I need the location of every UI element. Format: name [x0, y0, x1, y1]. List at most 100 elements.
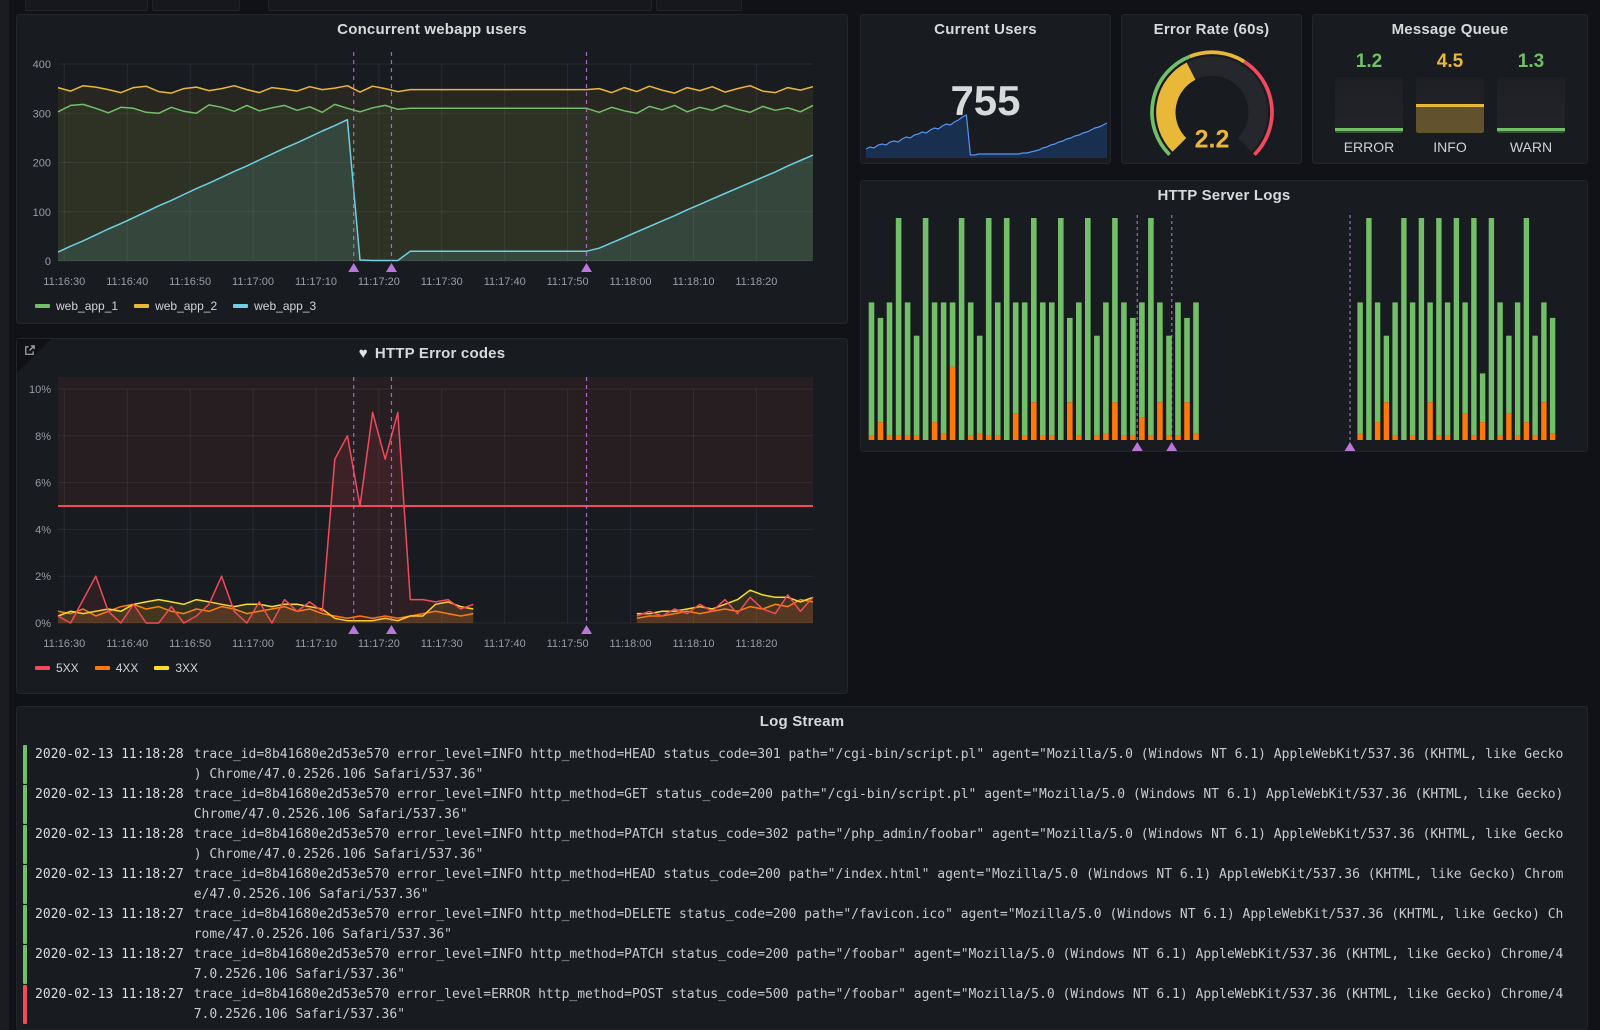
log-error-bar [941, 433, 947, 440]
y-axis-tick-label: 0% [35, 618, 51, 630]
log-error-bar [977, 433, 983, 440]
log-count-bar [1157, 302, 1163, 402]
x-axis-tick-label: 11:16:40 [106, 276, 148, 288]
legend-label: web_app_2 [155, 299, 217, 313]
y-axis-tick-label: 4% [35, 524, 51, 536]
log-message-line2: rome/47.0.2526.106 Safari/537.36" [194, 925, 1564, 945]
annotation-marker[interactable] [348, 263, 359, 272]
viewport-left-edge [0, 0, 9, 1030]
queue-bar-warn: 1.3WARN [1497, 51, 1565, 155]
log-count-bar [905, 302, 911, 435]
panel-error-rate: Error Rate (60s) 2.2 [1121, 14, 1302, 164]
log-row[interactable]: 2020-02-13 11:18:27trace_id=8b41680e2d53… [23, 865, 1579, 904]
log-count-bar [1067, 318, 1073, 402]
log-error-bar [1175, 436, 1181, 440]
log-count-bar [1130, 318, 1136, 436]
legend-item-5XX[interactable]: 5XX [35, 661, 79, 675]
x-axis-tick-label: 11:17:30 [421, 276, 463, 288]
log-count-bar [1013, 302, 1019, 413]
threshold-region [58, 377, 813, 506]
log-error-bar [995, 436, 1001, 440]
panel-concurrent-webapp-users: Concurrent webapp users 11:16:3011:16:40… [16, 14, 848, 324]
log-message-line2: 7.0.2526.106 Safari/537.36" [194, 1005, 1564, 1025]
annotation-marker[interactable] [581, 625, 592, 634]
log-count-bar [1541, 302, 1546, 402]
log-error-bar [1184, 402, 1190, 440]
panel-title-message-queue[interactable]: Message Queue [1313, 15, 1587, 43]
log-count-bar [1427, 302, 1432, 402]
log-count-bar [1184, 318, 1190, 402]
external-link-icon[interactable] [23, 344, 36, 357]
error-rate-value: 2.2 [1194, 125, 1229, 153]
log-message: trace_id=8b41680e2d53e570 error_level=IN… [194, 825, 1564, 864]
legend-item-web_app_1[interactable]: web_app_1 [35, 299, 118, 313]
x-axis-tick-label: 11:16:40 [106, 638, 148, 650]
legend-item-web_app_2[interactable]: web_app_2 [134, 299, 217, 313]
log-error-bar [1148, 436, 1154, 440]
log-error-bar [1022, 436, 1028, 440]
concurrent-users-chart[interactable]: 11:16:3011:16:4011:16:5011:17:0011:17:10… [25, 43, 841, 295]
legend-item-web_app_3[interactable]: web_app_3 [233, 299, 316, 313]
log-message-line1: trace_id=8b41680e2d53e570 error_level=IN… [194, 945, 1564, 965]
heart-icon: ♥ [359, 345, 368, 362]
panel-title-http-server-logs[interactable]: HTTP Server Logs [861, 181, 1587, 209]
log-level-indicator [23, 945, 27, 984]
log-error-bar [878, 422, 884, 440]
y-axis-tick-label: 300 [33, 108, 51, 120]
log-row[interactable]: 2020-02-13 11:18:28trace_id=8b41680e2d53… [23, 785, 1579, 824]
annotation-marker[interactable] [386, 263, 397, 272]
log-timestamp: 2020-02-13 11:18:28 [35, 825, 184, 864]
y-axis-tick-label: 200 [33, 158, 51, 170]
current-users-value: 755 [861, 77, 1110, 125]
queue-bar-fill [1416, 104, 1484, 133]
log-error-bar [1112, 402, 1118, 440]
log-count-bar [923, 218, 929, 440]
queue-bar-fill [1497, 128, 1565, 133]
annotation-marker[interactable] [348, 625, 359, 634]
x-axis-tick-label: 11:18:20 [735, 276, 777, 288]
log-count-bar [950, 302, 956, 366]
panel-log-stream: Log Stream 2020-02-13 11:18:28 trace_id=8… [16, 706, 1588, 1030]
log-row[interactable]: 2020-02-13 11:18:28 trace_id=8b41680e2d53… [23, 825, 1579, 864]
error-rate-gauge: 2.2 [1142, 43, 1282, 163]
annotation-marker[interactable] [386, 625, 397, 634]
log-error-bar [1515, 436, 1520, 440]
panel-title-error-rate[interactable]: Error Rate (60s) [1122, 15, 1301, 43]
y-axis-tick-label: 10% [29, 384, 51, 396]
log-count-bar [1366, 218, 1371, 440]
legend-item-4XX[interactable]: 4XX [95, 661, 139, 675]
annotation-marker[interactable] [1132, 442, 1143, 451]
log-count-bar [869, 302, 875, 435]
panel-title-log-stream[interactable]: Log Stream [17, 707, 1587, 735]
panel-title-current-users[interactable]: Current Users [861, 15, 1110, 43]
log-error-bar [1139, 418, 1145, 440]
log-message: trace_id=8b41680e2d53e570 error_level=IN… [194, 745, 1564, 784]
annotation-marker[interactable] [581, 263, 592, 272]
http-server-logs-chart[interactable] [865, 209, 1585, 455]
log-row[interactable]: 2020-02-13 11:18:27trace_id=8b41680e2d53… [23, 905, 1579, 944]
gauge-value-arc [1165, 71, 1190, 145]
y-axis-tick-label: 100 [33, 207, 51, 219]
log-error-bar [1427, 402, 1432, 440]
log-count-bar [1375, 302, 1380, 422]
log-count-bar [1031, 218, 1037, 402]
queue-value: 1.2 [1356, 51, 1382, 75]
annotation-marker[interactable] [1345, 442, 1356, 451]
log-row[interactable]: 2020-02-13 11:18:27trace_id=8b41680e2d53… [23, 945, 1579, 984]
http-error-codes-chart[interactable]: 11:16:3011:16:4011:16:5011:17:0011:17:10… [25, 367, 841, 657]
panel-title-concurrent-webapp-users[interactable]: Concurrent webapp users [17, 15, 847, 43]
log-message-line2: Chrome/47.0.2526.106 Safari/537.36" [194, 805, 1564, 825]
log-row[interactable]: 2020-02-13 11:18:28trace_id=8b41680e2d53… [23, 745, 1579, 784]
panel-title-http-error-codes[interactable]: ♥ HTTP Error codes [17, 339, 847, 367]
log-message: trace_id=8b41680e2d53e570 error_level=IN… [194, 945, 1564, 984]
log-count-bar [914, 336, 920, 436]
log-error-bar [1130, 436, 1136, 440]
log-error-bar [1076, 436, 1082, 440]
log-error-bar [1157, 402, 1163, 440]
legend-item-3XX[interactable]: 3XX [154, 661, 198, 675]
log-message-line2: 7.0.2526.106 Safari/537.36" [194, 965, 1564, 985]
log-row[interactable]: 2020-02-13 11:18:27trace_id=8b41680e2d53… [23, 985, 1579, 1024]
legend-label: 5XX [56, 661, 79, 675]
annotation-marker[interactable] [1166, 442, 1177, 451]
queue-bar-error: 1.2ERROR [1335, 51, 1403, 155]
